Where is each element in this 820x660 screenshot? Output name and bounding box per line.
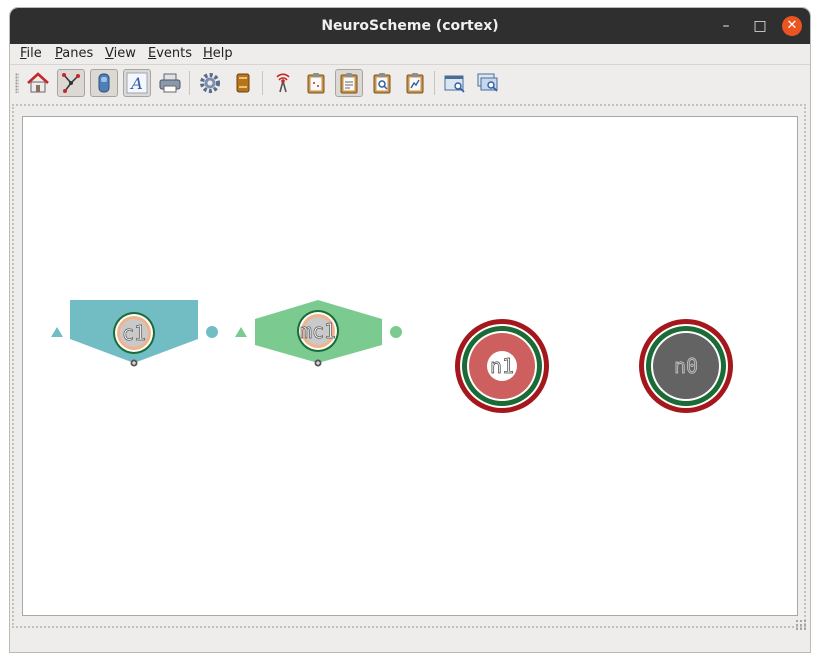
connections-button[interactable]: [57, 69, 85, 97]
text-button[interactable]: A: [123, 69, 151, 97]
menu-bar: File Panes View Events Help: [10, 44, 810, 65]
menu-panes-label: anes: [62, 46, 94, 61]
clipboard-icon: [307, 73, 325, 94]
svg-text:A: A: [129, 74, 143, 93]
window-title: NeuroScheme (cortex): [321, 18, 499, 34]
scene-canvas[interactable]: c1 mc1 n1 n0: [22, 116, 798, 616]
book-button[interactable]: [229, 69, 257, 97]
window-search-icon: [444, 75, 465, 93]
node-mc1-output-port[interactable]: [390, 326, 402, 338]
antenna-button[interactable]: [269, 69, 297, 97]
settings-button[interactable]: [196, 69, 224, 97]
printer-icon: [159, 73, 181, 93]
maximize-button[interactable]: □: [750, 16, 770, 36]
toolbar-grip[interactable]: [15, 73, 19, 93]
resize-grip[interactable]: [795, 619, 807, 631]
node-n1-label: n1: [490, 354, 514, 378]
clipboard-chart-button[interactable]: [401, 69, 429, 97]
node-c1[interactable]: c1: [70, 300, 198, 363]
toolbar: A: [10, 65, 810, 101]
connections-icon: [62, 73, 80, 93]
book-icon: [236, 73, 250, 93]
node-n0-label: n0: [674, 354, 698, 378]
window-zoom-button[interactable]: [474, 69, 502, 97]
node-mc1-input-port[interactable]: [235, 327, 247, 337]
menu-panes[interactable]: Panes: [55, 46, 93, 61]
toolbar-separator: [262, 71, 263, 95]
clipboard-button[interactable]: [302, 69, 330, 97]
menu-help[interactable]: Help: [203, 46, 233, 61]
window-search-button[interactable]: [441, 69, 469, 97]
scene-svg: c1 mc1 n1 n0: [51, 300, 733, 413]
menu-view[interactable]: View: [105, 46, 136, 61]
printer-button[interactable]: [156, 69, 184, 97]
menu-file-label: ile: [26, 46, 42, 61]
menu-file[interactable]: File: [20, 46, 42, 61]
scene-frame: c1 mc1 n1 n0: [10, 102, 810, 634]
layout-icon: [98, 73, 110, 93]
antenna-icon: [276, 73, 290, 93]
clipboard-search-button[interactable]: [368, 69, 396, 97]
home-button[interactable]: [24, 69, 52, 97]
layout-button[interactable]: [90, 69, 118, 97]
node-c1-output-port[interactable]: [206, 326, 218, 338]
menu-help-mnemonic: H: [203, 46, 213, 61]
menu-help-label: elp: [212, 46, 233, 61]
close-button[interactable]: ✕: [782, 16, 802, 36]
text-icon: A: [126, 72, 148, 94]
node-mc1-label: mc1: [300, 319, 336, 343]
gear-icon: [200, 73, 220, 93]
clipboard-checked-icon: [340, 73, 358, 94]
app-window: NeuroScheme (cortex) – □ ✕ File Panes Vi…: [10, 8, 810, 652]
toolbar-separator: [434, 71, 435, 95]
menu-events[interactable]: Events: [148, 46, 192, 61]
toolbar-separator: [189, 71, 190, 95]
node-mc1[interactable]: mc1: [255, 300, 382, 363]
node-n0[interactable]: n0: [639, 319, 733, 413]
clipboard-chart-icon: [406, 73, 424, 94]
clipboard-checked-button[interactable]: [335, 69, 363, 97]
menu-view-label: iew: [113, 46, 136, 61]
minimize-button[interactable]: –: [716, 16, 736, 36]
node-n1[interactable]: n1: [455, 319, 549, 413]
menu-view-mnemonic: V: [105, 46, 114, 61]
home-icon: [27, 72, 49, 93]
window-zoom-icon: [477, 73, 498, 92]
node-c1-label: c1: [122, 321, 146, 345]
clipboard-search-icon: [373, 73, 391, 94]
node-c1-input-port[interactable]: [51, 327, 63, 337]
title-bar[interactable]: NeuroScheme (cortex) – □ ✕: [10, 8, 810, 44]
menu-events-mnemonic: E: [148, 46, 157, 61]
menu-events-label: vents: [156, 46, 193, 61]
